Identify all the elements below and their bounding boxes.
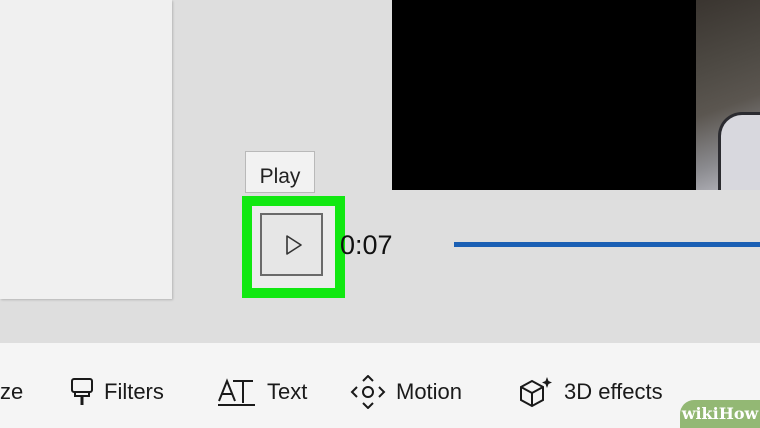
text-label: Text <box>267 379 308 404</box>
watermark-prefix: wiki <box>681 404 719 423</box>
play-button-frame <box>260 213 323 276</box>
wikihow-watermark: wikiHow <box>680 400 760 428</box>
motion-label: Motion <box>396 379 463 404</box>
video-preview[interactable] <box>392 0 760 190</box>
filters-label: Filters <box>104 379 164 404</box>
3d-effects-label: 3D effects <box>564 379 663 404</box>
resize-tool[interactable]: ze <box>0 375 23 409</box>
play-button[interactable] <box>252 206 335 288</box>
editor-main-area: Play 0:07 <box>0 0 760 343</box>
play-tooltip: Play <box>245 151 315 193</box>
3d-effects-tool[interactable]: 3D effects <box>518 375 663 409</box>
seek-bar[interactable] <box>454 242 760 247</box>
filters-tool[interactable]: Filters <box>70 375 164 409</box>
watermark-suffix: How <box>718 404 759 423</box>
text-icon <box>218 378 255 406</box>
resize-label: ze <box>0 379 24 404</box>
motion-icon <box>350 375 386 409</box>
3d-effects-icon <box>520 377 552 408</box>
storyboard-panel <box>0 0 172 299</box>
text-tool[interactable]: Text <box>217 375 307 409</box>
motion-tool[interactable]: Motion <box>350 375 462 409</box>
video-frame-image <box>696 0 760 190</box>
play-icon <box>286 235 302 255</box>
filters-icon <box>71 378 93 405</box>
editing-toolbar: ze Filters Text Motion 3D effects <box>0 343 760 428</box>
playback-time: 0:07 <box>340 230 393 260</box>
video-frame-subject <box>718 112 760 190</box>
